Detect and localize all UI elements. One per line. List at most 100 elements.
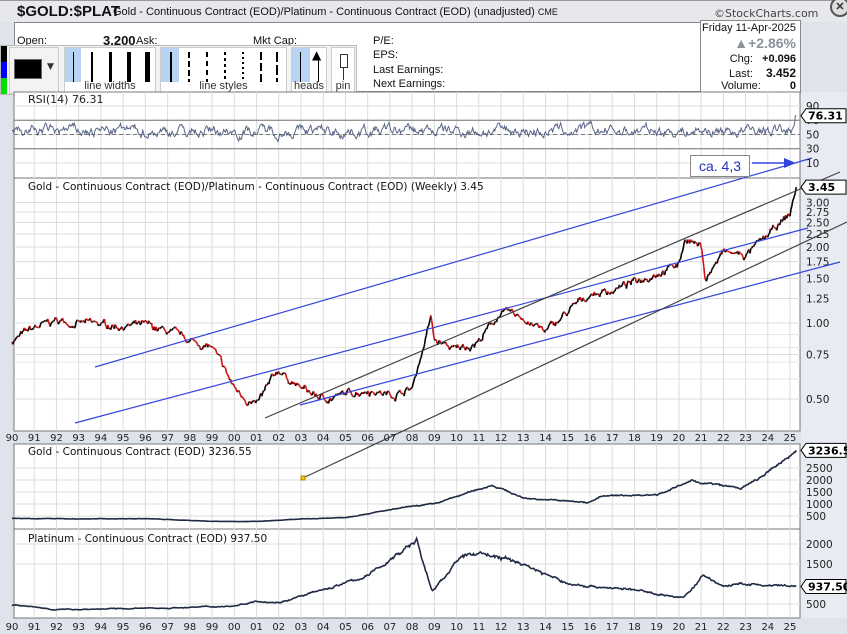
price-segment xyxy=(316,396,319,399)
price-segment xyxy=(432,334,436,341)
line-style-dash[interactable] xyxy=(188,52,190,82)
xtick-label: 18 xyxy=(628,622,641,633)
rsi-last-value: 76.31 xyxy=(808,110,843,123)
price-segment xyxy=(551,321,555,326)
price-segment xyxy=(427,324,430,327)
color-picker[interactable]: ▼ xyxy=(9,47,59,94)
price-segment xyxy=(581,297,584,302)
pin-icon[interactable] xyxy=(340,54,348,68)
price-segment xyxy=(678,259,681,263)
close-icon[interactable]: ✕ xyxy=(830,0,847,17)
price-segment xyxy=(180,330,183,333)
line-width-1[interactable] xyxy=(73,52,74,82)
price-segment xyxy=(78,320,82,323)
no-head-option[interactable] xyxy=(300,52,301,82)
price-segment xyxy=(132,320,135,323)
price-segment xyxy=(526,321,529,325)
price-segment xyxy=(459,346,462,351)
price-segment xyxy=(149,322,152,325)
xtick-label: 25 xyxy=(784,433,797,444)
price-segment xyxy=(398,389,402,393)
price-segment xyxy=(408,389,410,391)
price-segment xyxy=(113,324,116,329)
price-segment xyxy=(310,393,313,396)
pin-group[interactable]: pin xyxy=(331,47,355,94)
price-segment xyxy=(369,391,372,394)
price-segment xyxy=(510,308,513,312)
line-width-4[interactable] xyxy=(127,52,131,82)
arrow-head-icon[interactable]: ▲ xyxy=(312,48,321,62)
price-segment xyxy=(129,323,132,326)
price-segment xyxy=(562,311,565,314)
price-segment xyxy=(62,321,66,324)
blue-trendline xyxy=(74,227,809,424)
price-segment xyxy=(523,320,526,324)
price-segment xyxy=(30,328,33,331)
price-segment xyxy=(206,344,210,348)
xtick-label: 90 xyxy=(6,433,19,444)
price-segment xyxy=(545,328,548,331)
price-segment xyxy=(375,391,379,394)
price-segment xyxy=(675,263,678,268)
price-segment xyxy=(319,393,323,396)
price-segment xyxy=(96,322,100,327)
dropdown-arrow-icon[interactable]: ▼ xyxy=(47,62,54,72)
price-segment xyxy=(775,227,778,231)
price-segment xyxy=(215,352,219,355)
line-style-dash2[interactable] xyxy=(206,52,208,82)
price-segment xyxy=(598,294,601,298)
price-segment xyxy=(759,238,763,241)
line-width-2[interactable] xyxy=(91,52,93,82)
price-segment xyxy=(531,324,534,327)
price-segment xyxy=(283,372,286,375)
price-segment xyxy=(729,251,733,255)
price-segment xyxy=(406,387,410,391)
annotation-text-box[interactable]: ca. 4,3 xyxy=(690,155,750,177)
price-segment xyxy=(651,275,654,279)
price-segment xyxy=(447,344,450,348)
arrow-head-icon xyxy=(784,158,796,168)
price-segment xyxy=(644,277,647,281)
price-segment xyxy=(649,277,653,281)
line-width-5[interactable] xyxy=(145,52,150,82)
platinum-last-value: 937.50 xyxy=(808,581,847,594)
price-segment xyxy=(51,320,54,323)
price-segment xyxy=(296,383,299,386)
price-segment xyxy=(601,288,604,292)
line-style-dashdot[interactable] xyxy=(260,52,262,82)
price-segment xyxy=(53,319,56,322)
price-segment xyxy=(437,340,440,346)
price-segment xyxy=(786,213,790,217)
price-segment xyxy=(394,396,397,402)
price-segment xyxy=(752,244,756,247)
price-segment xyxy=(769,228,773,231)
price-segment xyxy=(781,219,784,222)
line-style-solid[interactable] xyxy=(170,52,172,82)
price-segment xyxy=(170,328,173,331)
price-segment xyxy=(591,293,594,296)
price-segment xyxy=(91,320,94,323)
price-segment xyxy=(718,255,721,259)
price-segment xyxy=(399,391,403,394)
price-tick: 2.75 xyxy=(806,207,829,219)
price-segment xyxy=(590,293,593,296)
xtick-label: 98 xyxy=(183,433,196,444)
price-segment xyxy=(598,292,602,298)
price-segment xyxy=(261,392,264,397)
price-segment xyxy=(34,324,37,328)
price-segment xyxy=(307,389,310,392)
xtick-label: 17 xyxy=(606,433,619,444)
line-width-3[interactable] xyxy=(109,52,112,82)
line-style-dash3[interactable] xyxy=(224,52,226,82)
price-segment xyxy=(121,326,124,331)
price-segment xyxy=(527,321,530,324)
black-trendline xyxy=(302,221,847,479)
line-style-longdash[interactable] xyxy=(276,52,278,82)
price-segment xyxy=(83,320,86,324)
color-swatch[interactable] xyxy=(14,59,42,79)
price-segment xyxy=(367,390,370,393)
price-segment xyxy=(23,327,27,331)
price-segment xyxy=(405,386,408,390)
price-segment xyxy=(509,310,512,313)
line-style-dot[interactable] xyxy=(242,52,244,82)
